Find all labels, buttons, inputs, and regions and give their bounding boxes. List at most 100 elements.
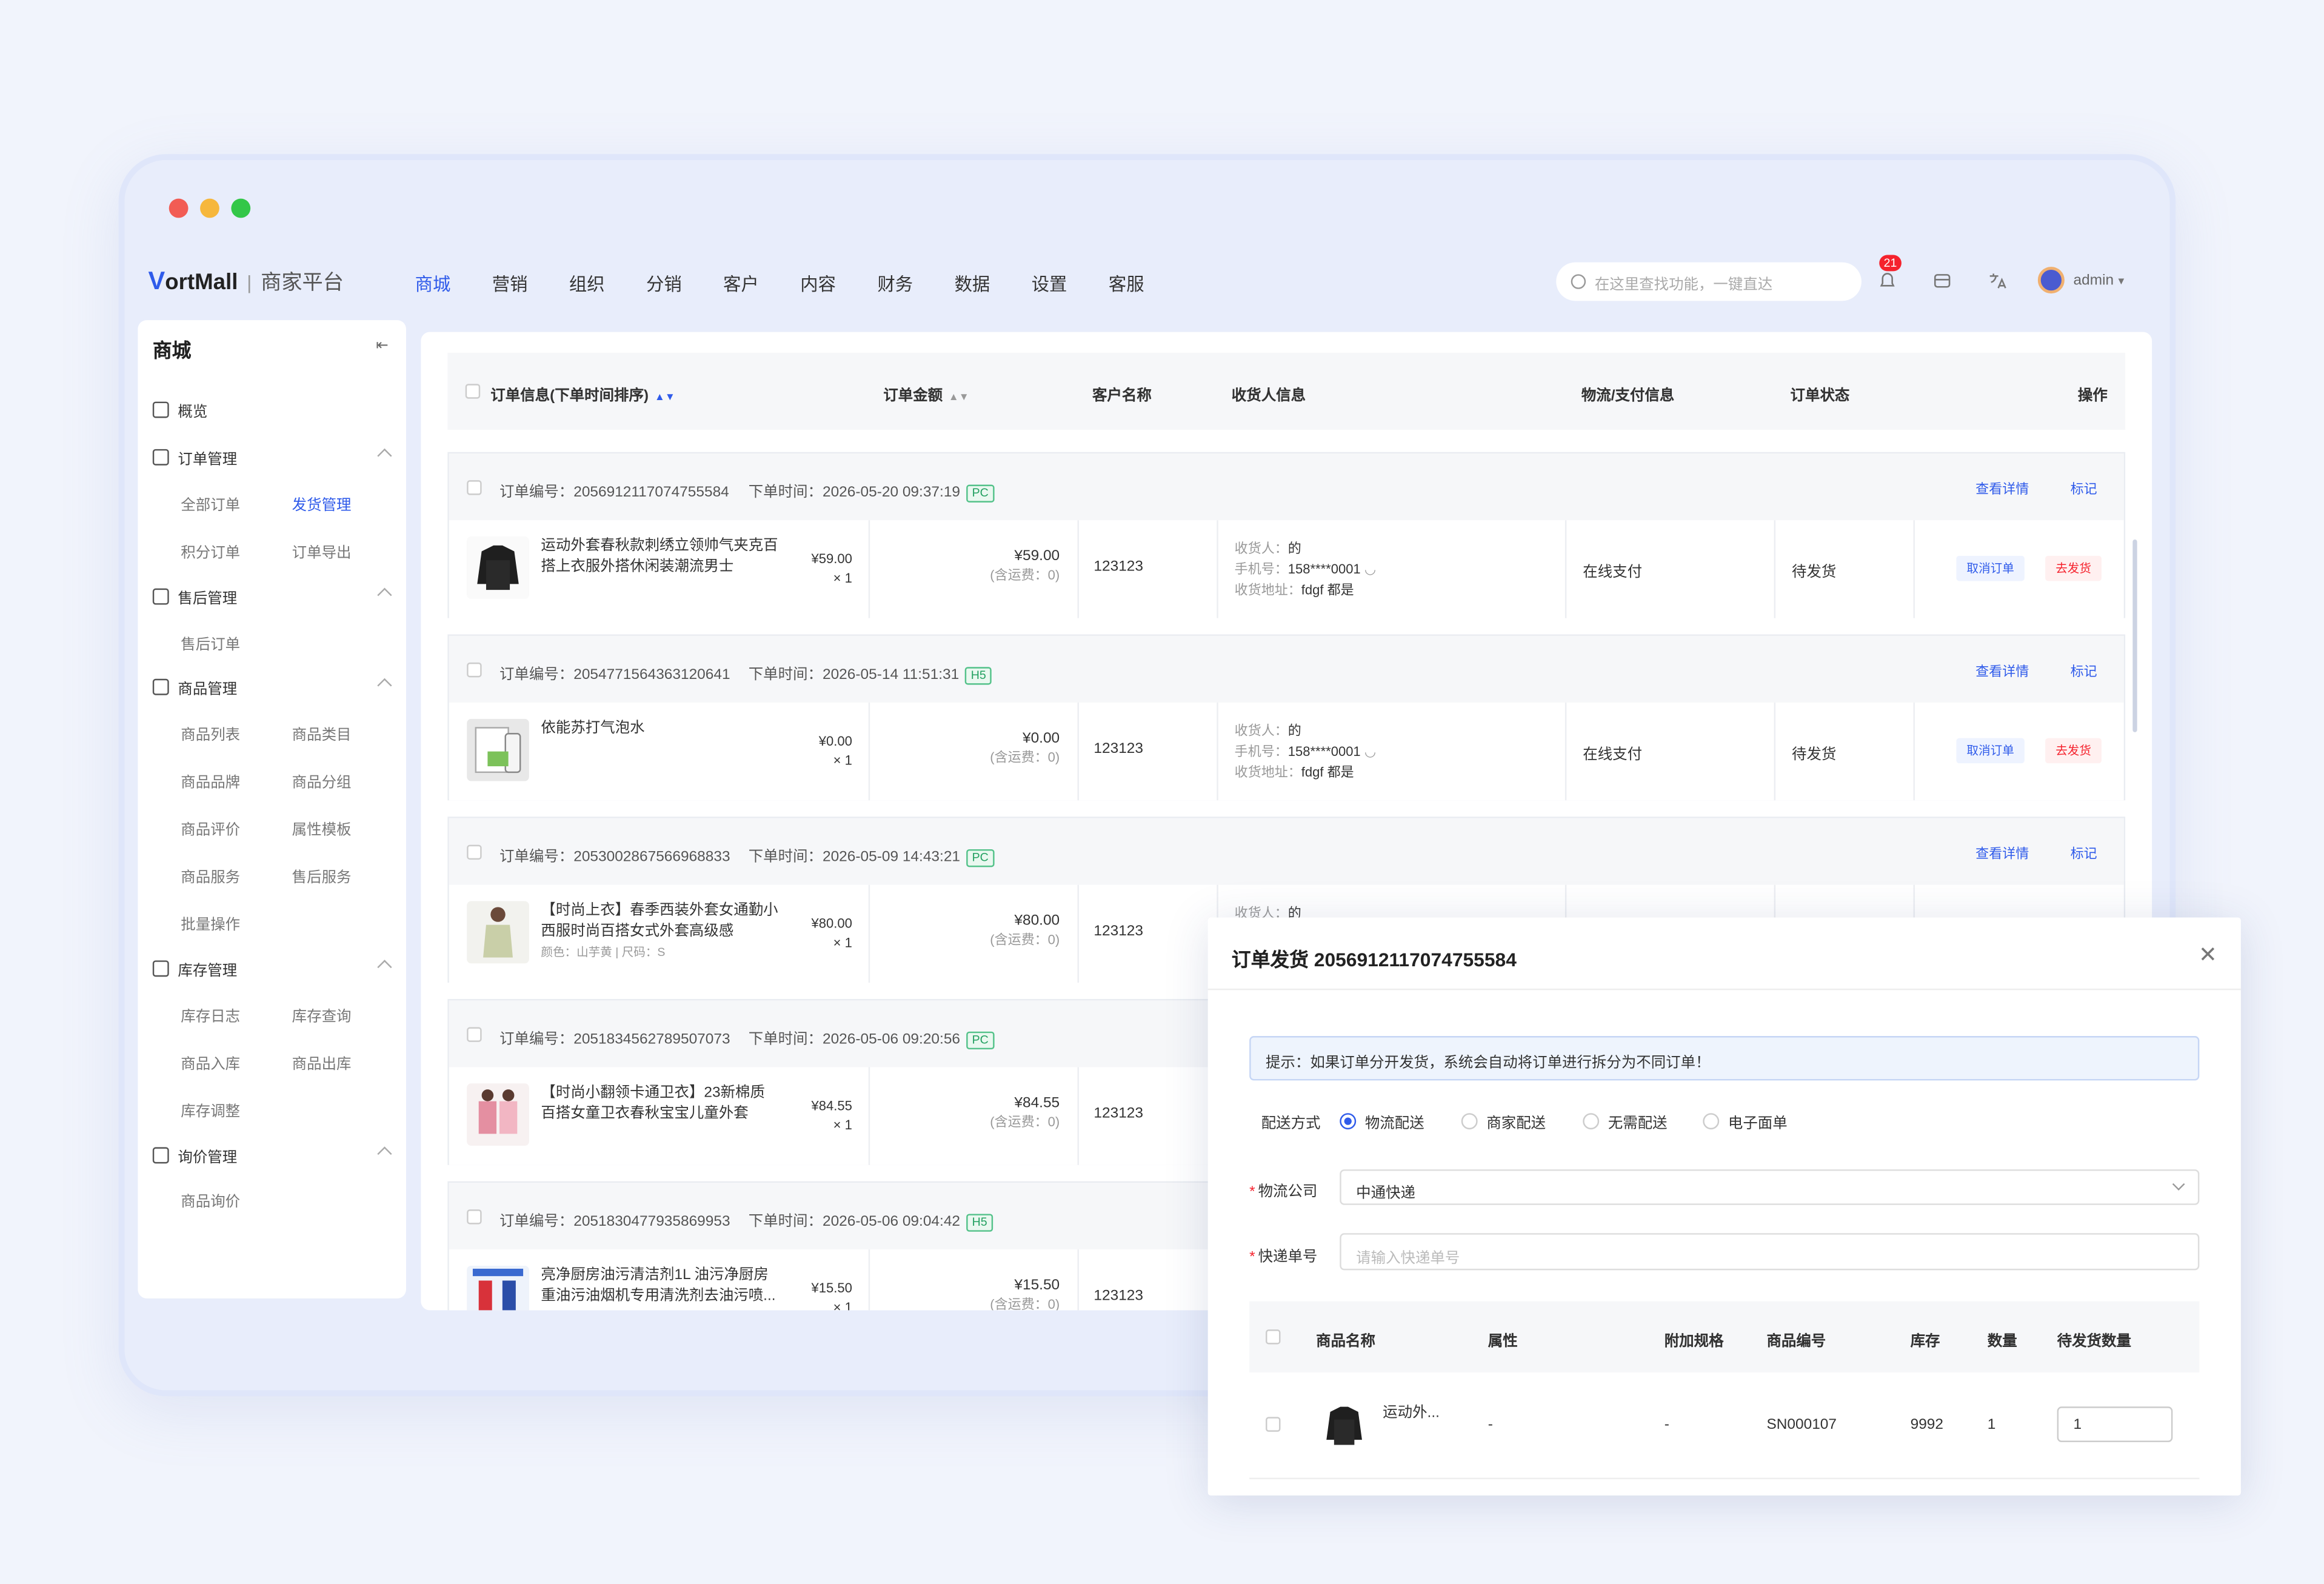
product-image[interactable] <box>467 1266 529 1311</box>
sidebar-group-aftersale[interactable]: 售后管理 <box>152 586 392 607</box>
ship-button[interactable]: 去发货 <box>2045 555 2102 581</box>
logo[interactable]: V ortMall | 商家平台 <box>149 267 344 296</box>
payment-info: 在线支付 <box>1583 564 1643 581</box>
order-time: 下单时间：2026-05-09 14:43:21 PC <box>749 843 995 867</box>
product-name[interactable]: 【时尚小翻领卡通卫衣】23新棉质百搭女童卫衣春秋宝宝儿童外套 <box>541 1083 778 1125</box>
order-checkbox[interactable] <box>467 844 482 860</box>
product-name[interactable]: 依能苏打气泡水 <box>541 719 778 740</box>
sidebar-item-stock-log[interactable]: 库存日志 <box>181 1003 240 1026</box>
sidebar-group-inventory[interactable]: 库存管理 <box>152 957 392 980</box>
tracking-input[interactable]: 请输入快递单号 <box>1340 1233 2200 1271</box>
product-name[interactable]: 亮净厨房油污清洁剂1L 油污净厨房重油污油烟机专用清洗剂去油污喷... <box>541 1266 778 1307</box>
order-checkbox[interactable] <box>467 1027 482 1042</box>
nav-item-data[interactable]: 数据 <box>955 271 1032 296</box>
cancel-order-button[interactable]: 取消订单 <box>1956 555 2025 581</box>
minimize-dot[interactable] <box>200 198 219 218</box>
view-detail-link[interactable]: 查看详情 <box>1975 843 2029 863</box>
radio-logistics[interactable]: 物流配送 <box>1340 1110 1424 1132</box>
nav-item-content[interactable]: 内容 <box>800 271 877 296</box>
sidebar-item-stock-adjust[interactable]: 库存调整 <box>181 1098 240 1121</box>
sidebar-item-product-category[interactable]: 商品类目 <box>292 722 352 744</box>
col-order-info[interactable]: 订单信息(下单时间排序) ▲▼ <box>490 383 675 405</box>
select-all-items-checkbox[interactable] <box>1266 1329 1281 1345</box>
sidebar-item-aftersale-orders[interactable]: 售后订单 <box>181 632 240 653</box>
nav-item-service[interactable]: 客服 <box>1109 271 1186 296</box>
select-all-checkbox[interactable] <box>465 384 481 399</box>
product-image[interactable] <box>467 901 529 964</box>
sidebar-item-product-review[interactable]: 商品评价 <box>181 817 240 839</box>
sidebar-item-stock-out[interactable]: 商品出库 <box>292 1051 352 1073</box>
radio-eorder[interactable]: 电子面单 <box>1703 1110 1788 1132</box>
sidebar-item-stock-query[interactable]: 库存查询 <box>292 1003 352 1026</box>
nav-item-mall[interactable]: 商城 <box>415 271 492 296</box>
mark-link[interactable]: 标记 <box>2071 479 2097 498</box>
sidebar-group-products[interactable]: 商品管理 <box>152 676 392 698</box>
company-select[interactable]: 中通快递 <box>1340 1169 2200 1205</box>
close-icon[interactable]: ✕ <box>2199 941 2217 968</box>
view-detail-link[interactable]: 查看详情 <box>1975 661 2029 680</box>
order-icon <box>152 449 169 466</box>
col-divider <box>1564 520 1567 618</box>
mark-link[interactable]: 标记 <box>2071 661 2097 680</box>
nav-item-distribution[interactable]: 分销 <box>646 271 723 296</box>
order-time: 下单时间：2026-05-06 09:04:42 H5 <box>749 1208 993 1232</box>
nav-item-customer[interactable]: 客户 <box>723 271 800 296</box>
ship-qty-input[interactable]: 1 <box>2057 1406 2173 1442</box>
order-checkbox[interactable] <box>467 480 482 495</box>
product-image[interactable] <box>467 536 529 599</box>
view-detail-link[interactable]: 查看详情 <box>1975 479 2029 498</box>
close-dot[interactable] <box>169 198 189 218</box>
item-checkbox[interactable] <box>1266 1417 1281 1432</box>
avatar[interactable] <box>2037 267 2065 294</box>
sidebar-item-stock-in[interactable]: 商品入库 <box>181 1051 240 1073</box>
product-image[interactable] <box>467 1083 529 1146</box>
caret-down-icon[interactable]: ▾ <box>2119 273 2125 287</box>
ship-button[interactable]: 去发货 <box>2045 738 2102 764</box>
collapse-icon[interactable]: ⇤ <box>376 338 389 354</box>
order-checkbox[interactable] <box>467 1209 482 1225</box>
translate-icon[interactable] <box>1983 267 2009 293</box>
sort-icon[interactable]: ▲▼ <box>655 393 675 403</box>
nav-item-finance[interactable]: 财务 <box>877 271 954 296</box>
sidebar-item-aftersale-service[interactable]: 售后服务 <box>292 864 352 886</box>
radio-merchant[interactable]: 商家配送 <box>1461 1110 1546 1132</box>
sidebar-item-all-orders[interactable]: 全部订单 <box>181 492 240 515</box>
search-input[interactable]: 在这里查找功能，一键直达 <box>1556 262 1862 301</box>
product-image[interactable] <box>467 718 529 781</box>
sidebar-item-product-service[interactable]: 商品服务 <box>181 864 240 886</box>
sidebar-item-batch[interactable]: 批量操作 <box>181 912 240 934</box>
cancel-order-button[interactable]: 取消订单 <box>1956 738 2025 764</box>
sort-icon[interactable]: ▲▼ <box>949 393 969 403</box>
sidebar-group-orders[interactable]: 订单管理 <box>152 446 392 469</box>
eye-icon[interactable]: ◡ <box>1364 562 1376 576</box>
nav-item-marketing[interactable]: 营销 <box>492 271 569 296</box>
sidebar-item-overview[interactable]: 概览 <box>152 399 390 421</box>
sidebar: 商城 ⇤ 概览 订单管理 全部订单 发货管理 积分订单 订单导出 售后管理 售后… <box>138 320 406 1298</box>
user-name[interactable]: admin <box>2074 272 2114 289</box>
product-name[interactable]: 【时尚上衣】春季西装外套女通勤小西服时尚百搭女式外套高级感 颜色：山芋黄 | 尺码… <box>541 901 778 964</box>
bell-icon[interactable]: 21 <box>1873 255 1902 293</box>
sidebar-item-points-orders[interactable]: 积分订单 <box>181 540 240 562</box>
nav-item-settings[interactable]: 设置 <box>1032 271 1109 296</box>
sidebar-item-product-brand[interactable]: 商品品牌 <box>181 769 240 792</box>
shield-icon <box>152 588 169 605</box>
sidebar-item-attr-template[interactable]: 属性模板 <box>292 817 352 839</box>
mark-link[interactable]: 标记 <box>2071 843 2097 863</box>
sidebar-item-product-list[interactable]: 商品列表 <box>181 722 240 744</box>
eye-icon[interactable]: ◡ <box>1364 744 1376 758</box>
store-icon[interactable] <box>1928 267 1955 293</box>
scrollbar[interactable] <box>2132 539 2137 732</box>
sidebar-group-inquiry[interactable]: 询价管理 <box>152 1145 392 1166</box>
sidebar-item-label: 库存管理 <box>178 963 238 980</box>
sidebar-item-shipping[interactable]: 发货管理 <box>292 492 352 515</box>
sidebar-item-product-group[interactable]: 商品分组 <box>292 769 352 792</box>
sidebar-item-order-export[interactable]: 订单导出 <box>292 540 352 562</box>
col-divider <box>1217 702 1218 801</box>
col-order-amount[interactable]: 订单金额 ▲▼ <box>883 383 969 405</box>
maximize-dot[interactable] <box>231 198 251 218</box>
sidebar-item-product-inquiry[interactable]: 商品询价 <box>181 1189 240 1211</box>
product-name[interactable]: 运动外套春秋款刺绣立领帅气夹克百搭上衣服外搭休闲装潮流男士 <box>541 536 778 578</box>
nav-item-organization[interactable]: 组织 <box>569 271 646 296</box>
order-checkbox[interactable] <box>467 662 482 678</box>
radio-none[interactable]: 无需配送 <box>1583 1110 1668 1132</box>
